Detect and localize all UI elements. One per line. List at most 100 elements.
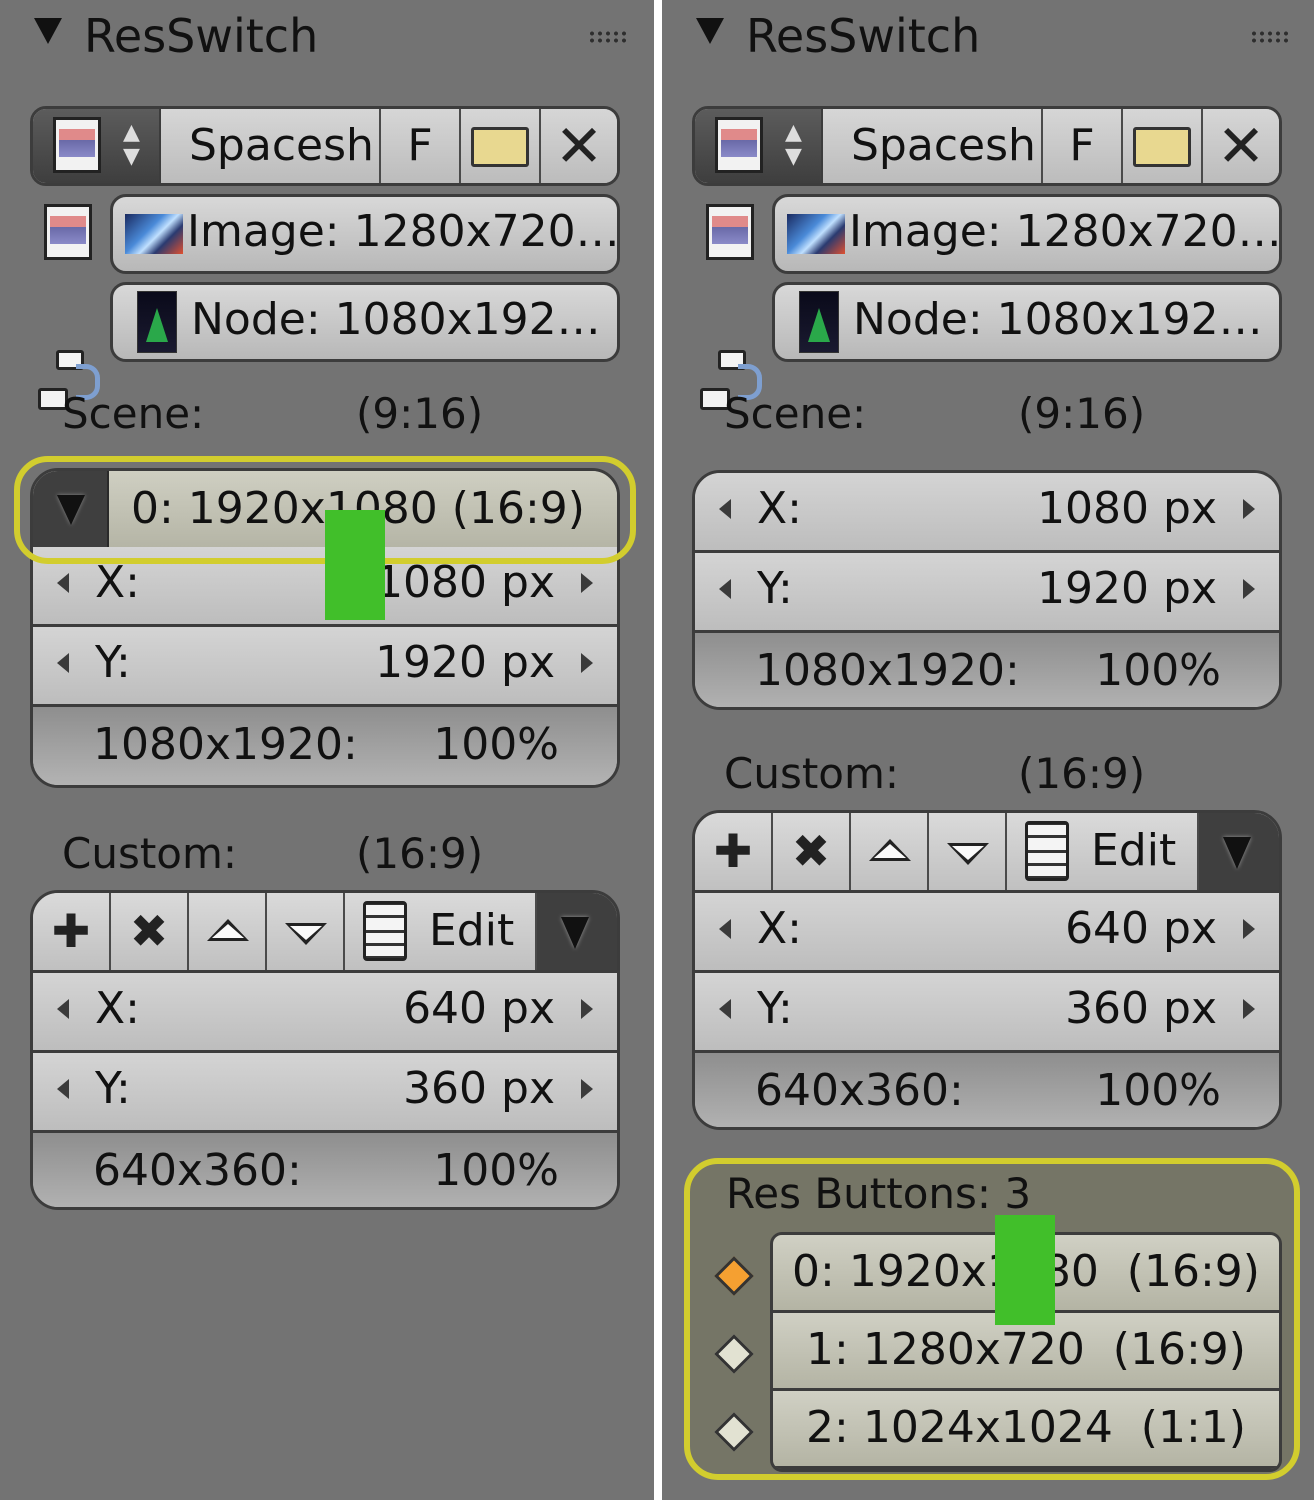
decrement-arrow-icon[interactable] [57,653,69,673]
edit-label: Edit [429,905,515,956]
plus-icon[interactable]: ✚ [33,893,111,970]
x-label: X: [757,903,802,954]
node-field[interactable]: Node: 1080x192… [772,282,1282,362]
increment-arrow-icon[interactable] [581,653,593,673]
scene-percentage-field[interactable]: 1080x1920: 100% [695,633,1279,707]
image-name-field[interactable]: Spacesh [823,109,1043,183]
diamond-icon[interactable] [714,1412,754,1452]
drag-grip-icon[interactable] [1250,30,1290,44]
menu-dropdown-icon[interactable] [1199,813,1279,890]
edit-button[interactable]: Edit [1007,813,1199,890]
res-button-2[interactable]: 2: 1024x1024 (1:1) [773,1391,1279,1469]
custom-y-field[interactable]: Y: 360 px [33,1053,617,1133]
remove-icon[interactable]: ✖ [111,893,189,970]
decrement-arrow-icon[interactable] [719,579,731,599]
decrement-arrow-icon[interactable] [719,919,731,939]
scene-y-field[interactable]: Y: 1920 px [695,553,1279,633]
custom-y-field[interactable]: Y: 360 px [695,973,1279,1053]
image-field-label: Image: 1280x720… [187,206,620,257]
increment-arrow-icon[interactable] [1243,579,1255,599]
decrement-arrow-icon[interactable] [57,573,69,593]
resswitch-panel-right: ResSwitch ▲ ▼ Spacesh F ✕ Image: 1280x720… [662,0,1314,1500]
scene-ratio: (9:16) [1018,389,1146,438]
image-browse-button[interactable]: ▲ ▼ [33,109,161,183]
move-down-button[interactable] [267,893,345,970]
increment-arrow-icon[interactable] [581,573,593,593]
scene-label: Scene: [62,389,205,438]
fake-user-button[interactable]: F [381,109,461,183]
move-up-button[interactable] [189,893,267,970]
percentage-value: 100% [433,719,559,770]
node-field[interactable]: Node: 1080x192… [110,282,620,362]
image-toolbar: ▲ ▼ Spacesh F ✕ [30,106,620,186]
up-down-arrows-icon: ▲ ▼ [123,120,140,169]
custom-percentage-field[interactable]: 640x360: 100% [695,1053,1279,1127]
plus-icon[interactable]: ✚ [695,813,773,890]
custom-ratio: (16:9) [1018,749,1146,798]
decrement-arrow-icon[interactable] [719,999,731,1019]
y-label: Y: [95,637,131,688]
decrement-arrow-icon[interactable] [57,1079,69,1099]
increment-arrow-icon[interactable] [1243,919,1255,939]
res-buttons-panel: Res Buttons: 3 0: 1920x1080 (16:9) 1: 12… [684,1158,1300,1480]
diamond-icon[interactable] [714,1256,754,1296]
scene-group: X: 1080 px Y: 1920 px 1080x1920: 100% [692,470,1282,710]
custom-x-field[interactable]: X: 640 px [33,973,617,1053]
image-name-field[interactable]: Spacesh [161,109,381,183]
image-browse-button[interactable]: ▲ ▼ [695,109,823,183]
collapse-triangle-icon[interactable] [34,18,62,44]
collapse-triangle-icon[interactable] [696,18,724,44]
drag-grip-icon[interactable] [588,30,628,44]
res-buttons-label: Res Buttons: 3 [726,1169,1032,1218]
notepad-icon [1025,821,1069,881]
move-down-button[interactable] [929,813,1007,890]
edit-button[interactable]: Edit [345,893,537,970]
panel-title: ResSwitch [746,9,981,63]
scene-x-field[interactable]: X: 1080 px [695,473,1279,553]
custom-button-row: ✚ ✖ Edit [33,893,617,973]
image-icon [40,202,96,262]
move-up-button[interactable] [851,813,929,890]
fake-user-button[interactable]: F [1043,109,1123,183]
decrement-arrow-icon[interactable] [719,499,731,519]
x-value: 640 px [1065,903,1217,954]
percentage-value: 100% [433,1145,559,1196]
custom-label: Custom: [724,749,900,798]
edit-label: Edit [1091,825,1177,876]
node-thumbnail [137,291,177,353]
menu-dropdown-icon[interactable] [537,893,617,970]
x-label: X: [757,483,802,534]
increment-arrow-icon[interactable] [1243,999,1255,1019]
image-field[interactable]: Image: 1280x720… [110,194,620,274]
folder-open-icon [471,127,529,167]
scene-y-field[interactable]: Y: 1920 px [33,627,617,707]
decrement-arrow-icon[interactable] [57,999,69,1019]
increment-arrow-icon[interactable] [1243,499,1255,519]
move-down-icon [285,923,327,945]
image-toolbar: ▲ ▼ Spacesh F ✕ [692,106,1282,186]
scene-percentage-field[interactable]: 1080x1920: 100% [33,707,617,785]
remove-icon[interactable]: ✖ [773,813,851,890]
increment-arrow-icon[interactable] [581,1079,593,1099]
increment-arrow-icon[interactable] [581,999,593,1019]
percentage-label: 1080x1920: [93,719,358,770]
y-value: 360 px [1065,983,1217,1034]
move-down-icon [947,843,989,865]
custom-button-row: ✚ ✖ Edit [695,813,1279,893]
custom-x-field[interactable]: X: 640 px [695,893,1279,973]
unlink-button[interactable]: ✕ [1203,109,1279,183]
diamond-icon[interactable] [714,1334,754,1374]
y-label: Y: [757,983,793,1034]
x-label: X: [95,983,140,1034]
image-icon [711,115,767,175]
custom-group: ✚ ✖ Edit X: 640 px Y: 360 px 640x360: 10… [692,810,1282,1130]
open-image-button[interactable] [461,109,541,183]
open-image-button[interactable] [1123,109,1203,183]
move-up-icon [869,839,911,861]
unlink-button[interactable]: ✕ [541,109,617,183]
custom-percentage-field[interactable]: 640x360: 100% [33,1133,617,1207]
custom-group: ✚ ✖ Edit X: 640 px Y: 360 px 640x360: 10… [30,890,620,1210]
image-field[interactable]: Image: 1280x720… [772,194,1282,274]
image-thumbnail [787,214,845,254]
percentage-label: 1080x1920: [755,645,1020,696]
